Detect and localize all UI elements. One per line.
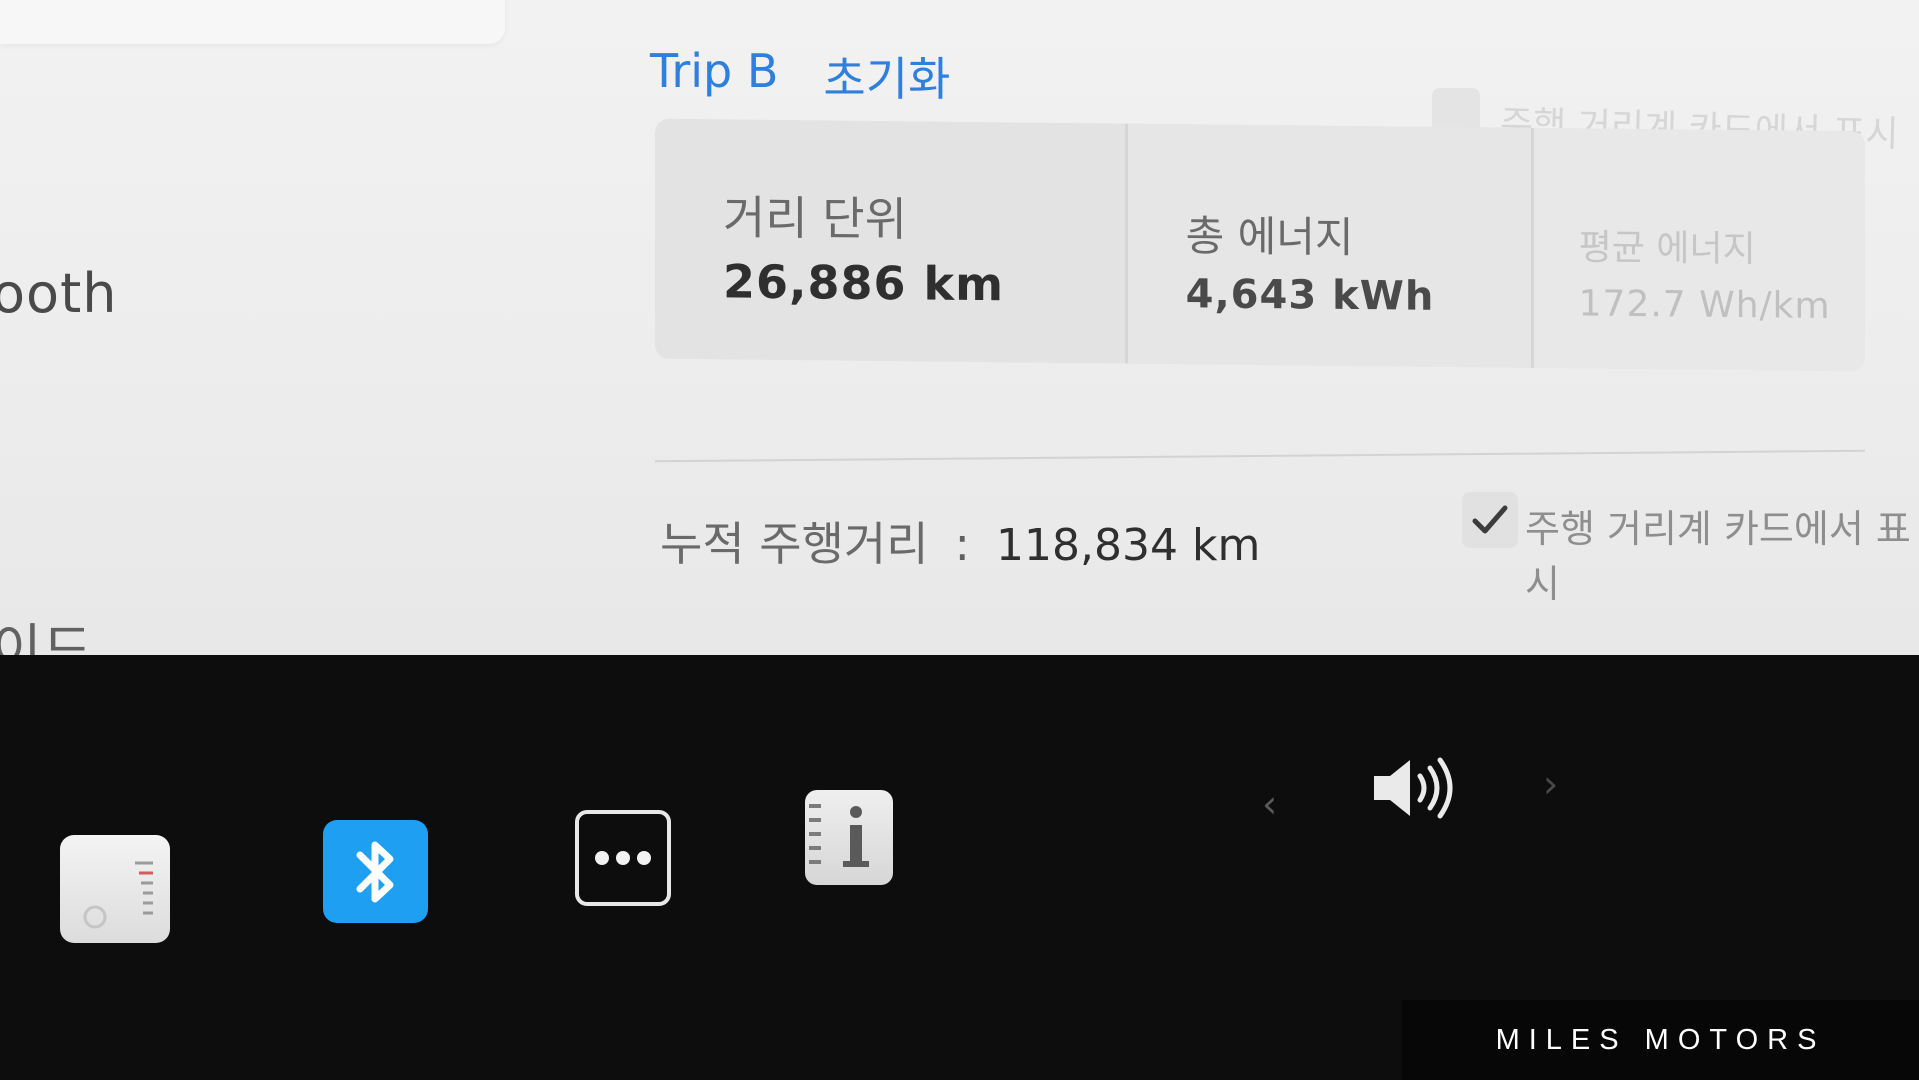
stat-value: 26,886 km: [723, 254, 1005, 312]
stat-label: 총 에너지: [1185, 211, 1354, 262]
manual-app-button[interactable]: [805, 790, 893, 885]
stat-value: 4,643 kWh: [1185, 271, 1435, 320]
odometer-value: 118,834 km: [996, 520, 1261, 571]
divider: [655, 449, 1865, 463]
odometer-show-on-card-label: 주행 거리계 카드에서 표시: [1525, 507, 1911, 606]
more-apps-button[interactable]: [575, 810, 671, 906]
watermark-text: MILES MOTORS: [1495, 1023, 1826, 1056]
stat-average-energy: 평균 에너지 172.7 Wh/km: [1533, 127, 1865, 372]
stat-distance: 거리 단위 26,886 km: [655, 118, 1128, 364]
stat-label: 평균 에너지: [1578, 227, 1756, 271]
screen: ooth 이드 Trip B 초기화 주행 거리계 카드에서 표시 거리 단위 …: [0, 0, 1919, 1080]
energy-meter-app-button[interactable]: [60, 835, 170, 943]
watermark: MILES MOTORS: [1402, 1000, 1919, 1080]
stat-label: 거리 단위: [723, 190, 907, 247]
bluetooth-icon: [356, 841, 393, 902]
odometer-show-on-card-checkbox[interactable]: [1462, 492, 1518, 548]
top-card: [0, 0, 505, 44]
taskbar-prev-button[interactable]: ‹: [1262, 782, 1277, 826]
trip-header: Trip B 초기화: [650, 35, 950, 106]
taskbar-next-button[interactable]: ›: [1543, 762, 1558, 806]
stat-value: 172.7 Wh/km: [1578, 283, 1831, 327]
settings-panel: ooth 이드 Trip B 초기화 주행 거리계 카드에서 표시 거리 단위 …: [0, 0, 1919, 760]
odometer-label: 누적 주행거리: [660, 517, 929, 571]
volume-icon: [1374, 757, 1453, 819]
odometer-row: 누적 주행거리 : 118,834 km: [660, 508, 1260, 574]
more-icon: [595, 851, 651, 865]
trip-reset-button[interactable]: 초기화: [823, 43, 950, 109]
stat-total-energy: 총 에너지 4,643 kWh: [1127, 123, 1534, 368]
energy-meter-icon: [83, 861, 153, 929]
trip-name: Trip B: [650, 44, 779, 98]
checkmark-icon: [1472, 505, 1508, 534]
sidebar-item-bluetooth[interactable]: ooth: [0, 262, 117, 325]
manual-icon: [809, 804, 869, 867]
volume-button[interactable]: [1368, 748, 1468, 828]
bluetooth-app-button[interactable]: [323, 820, 428, 923]
trip-stats-card: 거리 단위 26,886 km 총 에너지 4,643 kWh 평균 에너지 1…: [655, 118, 1865, 372]
odometer-separator: :: [954, 517, 971, 571]
